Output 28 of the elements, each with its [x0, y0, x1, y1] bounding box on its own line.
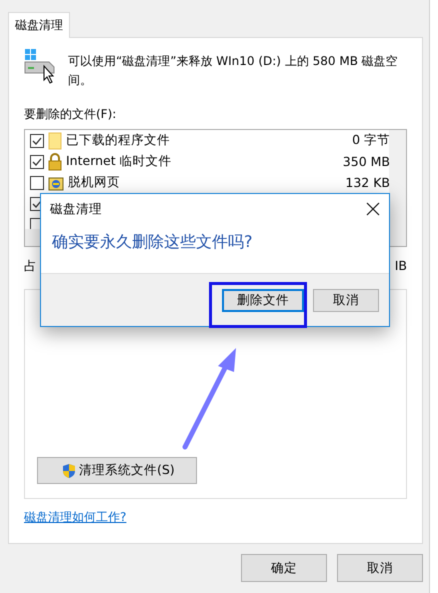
files-label: 要删除的文件(F): [24, 106, 118, 123]
clean-system-button[interactable]: 清理系统文件(S) [37, 457, 197, 484]
dialog-button[interactable]: 删除文件 [222, 288, 304, 312]
file-name: Internet 临时文件 [66, 153, 172, 170]
close-icon[interactable] [366, 202, 380, 216]
shield-icon [62, 462, 76, 478]
help-link[interactable]: 磁盘清理如何工作? [24, 509, 126, 526]
tab[interactable]: 磁盘清理 [8, 12, 70, 38]
dialog-button[interactable]: 确定 [241, 554, 327, 582]
dialog-button[interactable]: 取消 [313, 288, 379, 312]
file-name: 脱机网页 [68, 174, 120, 191]
scrollbar[interactable] [389, 130, 406, 229]
file-size: 0 字节 [352, 132, 390, 149]
sync-folder-icon [48, 174, 64, 190]
space-text: IB [394, 258, 407, 275]
intro-text: 可以使用“磁盘清理”来释放 WIn10 (D:) 上的 580 MB 磁盘空间。 [68, 53, 399, 89]
dialog-button[interactable]: 取消 [337, 554, 423, 582]
dialog-message: 确实要永久删除这些文件吗? [51, 231, 254, 253]
checkbox[interactable] [30, 154, 44, 168]
file-size: 350 MB [342, 154, 390, 169]
checkbox[interactable] [30, 134, 44, 148]
checkbox[interactable] [30, 176, 44, 190]
lock-icon [48, 152, 62, 170]
space-text: 占 [24, 258, 37, 275]
file-size: 132 KB [345, 175, 390, 190]
file-name: 已下载的程序文件 [66, 132, 170, 149]
dialog-title: 磁盘清理 [50, 200, 102, 218]
folder-icon [48, 132, 62, 150]
